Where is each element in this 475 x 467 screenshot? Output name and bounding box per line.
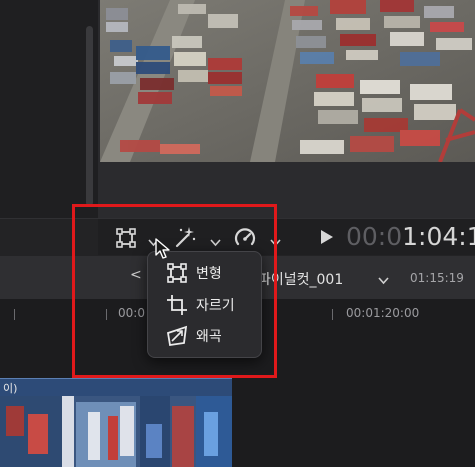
ruler-label: 00:01:20:00 bbox=[346, 306, 420, 320]
sidebar-scrollbar[interactable] bbox=[86, 26, 93, 206]
ruler-tick bbox=[14, 309, 15, 320]
timecode-dim: 00:0 bbox=[346, 222, 403, 251]
timecode-display[interactable]: 00:01:04:1 bbox=[346, 222, 475, 251]
clip-label: 이) bbox=[3, 382, 18, 395]
timecode-bright: 1:04:1 bbox=[402, 222, 475, 251]
sidebar-panel bbox=[0, 0, 98, 218]
play-icon[interactable] bbox=[320, 229, 334, 249]
project-duration: 01:15:19 bbox=[410, 271, 464, 285]
ruler-tick bbox=[332, 309, 333, 320]
video-frame bbox=[100, 0, 475, 162]
video-viewer[interactable] bbox=[98, 0, 475, 218]
clip-filmstrip bbox=[0, 396, 232, 467]
project-chevron-down-icon[interactable] bbox=[378, 270, 389, 289]
highlight-frame bbox=[72, 204, 277, 378]
